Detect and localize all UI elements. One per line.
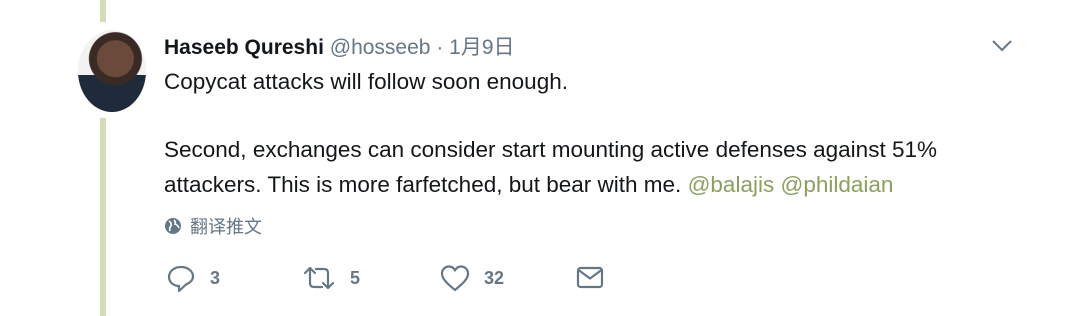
- avatar[interactable]: [78, 30, 146, 112]
- like-button[interactable]: 32: [440, 263, 504, 293]
- reply-count: 3: [210, 267, 221, 288]
- tweet-text-line1: Copycat attacks will follow soon enough.: [164, 69, 568, 94]
- chevron-down-icon[interactable]: [990, 38, 1014, 54]
- translate-label: 翻译推文: [190, 217, 262, 237]
- mention-link[interactable]: @balajis: [688, 172, 775, 197]
- retweet-icon: [303, 266, 335, 290]
- message-icon: [576, 266, 604, 289]
- reply-icon: [167, 265, 195, 293]
- like-count: 32: [484, 267, 505, 288]
- author-handle[interactable]: @hosseeb: [330, 36, 431, 59]
- tweet-date[interactable]: 1月9日: [449, 36, 514, 59]
- tweet-header: Haseeb Qureshi @hosseeb · 1月9日: [164, 31, 515, 61]
- thread-line-bottom: [100, 118, 106, 316]
- tweet-text-paragraph2: Second, exchanges can consider start mou…: [164, 132, 1034, 202]
- message-button[interactable]: [576, 263, 604, 291]
- translate-tweet-link[interactable]: 翻译推文: [164, 213, 262, 239]
- reply-button[interactable]: 3: [166, 263, 220, 293]
- header-separator: ·: [436, 36, 444, 59]
- mention-link[interactable]: @phildaian: [780, 172, 893, 197]
- thread-line-top: [100, 0, 106, 22]
- tweet-text: Copycat attacks will follow soon enough.…: [164, 64, 1034, 202]
- retweet-button[interactable]: 5: [302, 263, 360, 293]
- author-name[interactable]: Haseeb Qureshi: [164, 36, 324, 59]
- retweet-count: 5: [350, 267, 361, 288]
- globe-icon: [165, 218, 181, 234]
- like-icon: [440, 265, 470, 292]
